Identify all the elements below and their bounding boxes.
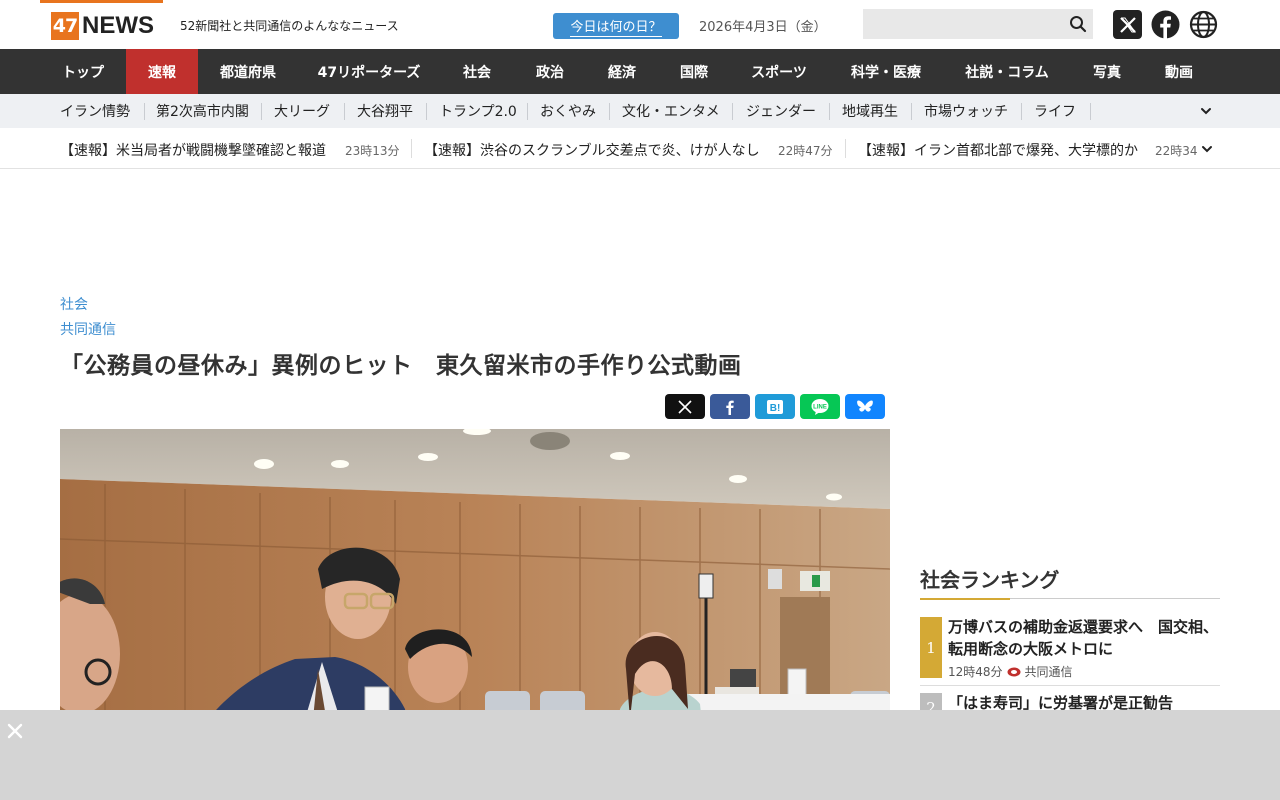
kyodo-logo-icon (1007, 667, 1021, 676)
nav-sports[interactable]: スポーツ (730, 49, 828, 94)
main-navigation: トップ 速報 都道府県 47リポーターズ 社会 政治 経済 国際 スポーツ 科学… (0, 49, 1280, 94)
bluesky-butterfly-icon (857, 400, 873, 412)
search-icon[interactable] (1069, 15, 1087, 33)
topic-divider (829, 103, 830, 120)
ranking-source: 共同通信 (1024, 665, 1073, 679)
topic-navigation: イラン情勢 第2次高市内閣 大リーグ 大谷翔平 トランプ2.0 おくやみ 文化・… (0, 94, 1280, 128)
nav-science-medical[interactable]: 科学・医療 (828, 49, 944, 94)
ranking-rule-accent (920, 598, 1010, 600)
article-title: 「公務員の昼休み」異例のヒット 東久留米市の手作り公式動画 (60, 353, 742, 379)
hatena-share-button[interactable]: B! (755, 394, 795, 419)
logo-news-text: NEWS (82, 12, 154, 39)
line-share-button[interactable]: LINE (800, 394, 840, 419)
chevron-down-icon[interactable] (1200, 142, 1214, 156)
facebook-share-button[interactable] (710, 394, 750, 419)
topic-iran[interactable]: イラン情勢 (60, 94, 130, 128)
nav-top[interactable]: トップ (40, 49, 126, 94)
ticker-time: 22時47分 (778, 144, 833, 158)
nav-international[interactable]: 国際 (658, 49, 730, 94)
nav-47reporters[interactable]: 47リポーターズ (298, 49, 440, 94)
rank-number-badge: 1 (920, 617, 942, 678)
search-box (863, 9, 1093, 39)
ranking-heading: 社会ランキング (920, 568, 1060, 592)
x-twitter-icon[interactable] (1113, 10, 1142, 39)
topic-obituaries[interactable]: おくやみ (540, 94, 596, 128)
topic-takaichi-cabinet[interactable]: 第2次高市内閣 (156, 94, 249, 128)
line-icon: LINE (811, 398, 829, 415)
today-button-label: 今日は何の日？ (570, 16, 662, 37)
ticker-item[interactable]: 【速報】渋谷のスクランブル交差点で炎、けが人なし (424, 140, 760, 160)
close-icon[interactable] (6, 722, 24, 740)
article-category-link[interactable]: 社会 (60, 294, 88, 314)
topic-regional[interactable]: 地域再生 (842, 94, 898, 128)
topic-mlb[interactable]: 大リーグ (274, 94, 330, 128)
nav-prefectures[interactable]: 都道府県 (198, 49, 298, 94)
topic-divider (527, 103, 528, 120)
search-input[interactable] (863, 9, 1063, 39)
nav-photo[interactable]: 写真 (1070, 49, 1144, 94)
site-logo[interactable]: 47 NEWS (51, 12, 154, 40)
bottom-ad-banner (0, 710, 1280, 800)
ticker-item[interactable]: 【速報】米当局者が戦闘機撃墜確認と報道 (60, 140, 326, 160)
facebook-icon[interactable] (1151, 10, 1180, 39)
topic-divider (911, 103, 912, 120)
chevron-down-icon[interactable] (1199, 104, 1213, 118)
logo-47-mark: 47 (51, 12, 79, 40)
x-icon (678, 399, 692, 414)
nav-breaking[interactable]: 速報 (126, 49, 198, 94)
topic-divider (144, 103, 145, 120)
hatena-bookmark-icon: B! (767, 399, 783, 414)
ranking-divider (920, 685, 1220, 686)
topic-market[interactable]: 市場ウォッチ (924, 94, 1008, 128)
ranking-article-link[interactable]: 万博バスの補助金返還要求へ 国交相、転用断念の大阪メトロに (948, 616, 1220, 660)
topic-divider (1021, 103, 1022, 120)
site-tagline: 52新聞社と共同通信のよんななニュース (180, 19, 399, 33)
ticker-item[interactable]: 【速報】イラン首都北部で爆発、大学標的か (858, 140, 1138, 160)
topic-trump[interactable]: トランプ2.0 (439, 94, 517, 128)
topic-divider (1090, 103, 1091, 120)
site-header: 47 NEWS 52新聞社と共同通信のよんななニュース 今日は何の日？ 2026… (0, 0, 1280, 49)
topic-divider (426, 103, 427, 120)
topic-ohtani[interactable]: 大谷翔平 (357, 94, 413, 128)
topic-divider (261, 103, 262, 120)
logo-accent-bar (40, 0, 163, 3)
ticker-divider (411, 139, 412, 158)
nav-economy[interactable]: 経済 (586, 49, 658, 94)
ranking-meta: 12時48分 共同通信 (948, 663, 1073, 680)
nav-editorial-column[interactable]: 社説・コラム (944, 49, 1070, 94)
nav-politics[interactable]: 政治 (514, 49, 586, 94)
nav-society[interactable]: 社会 (440, 49, 514, 94)
ticker-time: 22時34 (1155, 144, 1198, 158)
globe-language-icon[interactable] (1189, 10, 1218, 39)
ranking-time: 12時48分 (948, 665, 1003, 679)
topic-culture[interactable]: 文化・エンタメ (622, 94, 720, 128)
breaking-news-ticker: 【速報】米当局者が戦闘機撃墜確認と報道 23時13分 【速報】渋谷のスクランブル… (0, 128, 1280, 169)
bluesky-share-button[interactable] (845, 394, 885, 419)
article-source-link[interactable]: 共同通信 (60, 319, 116, 339)
nav-video[interactable]: 動画 (1144, 49, 1214, 94)
facebook-f-icon (726, 400, 734, 415)
ticker-divider (845, 139, 846, 158)
topic-gender[interactable]: ジェンダー (746, 94, 816, 128)
x-share-button[interactable] (665, 394, 705, 419)
topic-divider (732, 103, 733, 120)
topic-divider (344, 103, 345, 120)
svg-text:B!: B! (770, 403, 781, 414)
current-date: 2026年4月3日（金） (699, 20, 827, 35)
today-in-history-button[interactable]: 今日は何の日？ (553, 13, 679, 39)
ticker-time: 23時13分 (345, 144, 400, 158)
topic-divider (609, 103, 610, 120)
topic-life[interactable]: ライフ (1034, 94, 1076, 128)
svg-text:LINE: LINE (813, 404, 827, 410)
